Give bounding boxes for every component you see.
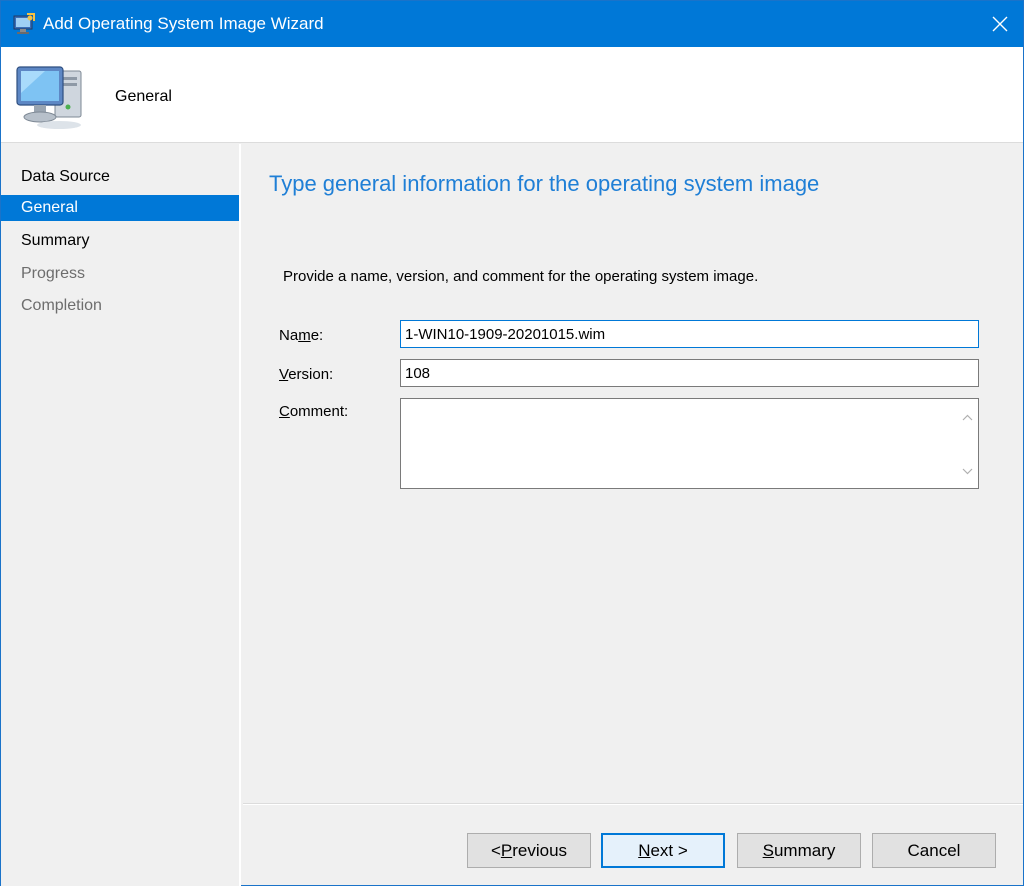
footer-divider-highlight	[243, 804, 1023, 805]
name-input[interactable]	[400, 320, 979, 348]
nav-item-completion: Completion	[21, 297, 102, 314]
cancel-button[interactable]: Cancel	[872, 833, 996, 868]
summary-button[interactable]: Summary	[737, 833, 861, 868]
version-input[interactable]	[400, 359, 979, 387]
wizard-page-content: Type general information for the operati…	[243, 144, 1023, 804]
next-button[interactable]: Next >	[601, 833, 725, 868]
wizard-steps-nav: Data Source General Summary Progress Com…	[1, 144, 241, 886]
wizard-header: General	[1, 47, 1023, 143]
computer-icon	[15, 63, 89, 131]
comment-scrollbar[interactable]	[958, 399, 978, 488]
nav-item-summary: Summary	[21, 232, 90, 249]
close-icon[interactable]	[977, 1, 1023, 47]
nav-item-data-source: Data Source	[21, 168, 110, 185]
page-heading: Type general information for the operati…	[269, 171, 820, 196]
scroll-up-icon[interactable]	[962, 408, 973, 426]
window-title: Add Operating System Image Wizard	[43, 14, 324, 33]
scroll-down-icon[interactable]	[962, 462, 973, 480]
nav-item-progress: Progress	[21, 265, 86, 282]
header-title: General	[115, 88, 172, 105]
name-label: Name:	[279, 327, 324, 344]
title-bar: Add Operating System Image Wizard	[1, 1, 1023, 47]
version-label: Version:	[279, 366, 334, 383]
comment-label: Comment:	[279, 403, 349, 420]
nav-item-general: General	[1, 195, 239, 221]
page-description: Provide a name, version, and comment for…	[283, 268, 759, 285]
previous-button[interactable]: < Previous	[467, 833, 591, 868]
wizard-app-icon	[13, 13, 35, 35]
wizard-window: Add Operating System Image Wizard Genera…	[0, 0, 1024, 886]
comment-textarea[interactable]	[400, 398, 979, 489]
